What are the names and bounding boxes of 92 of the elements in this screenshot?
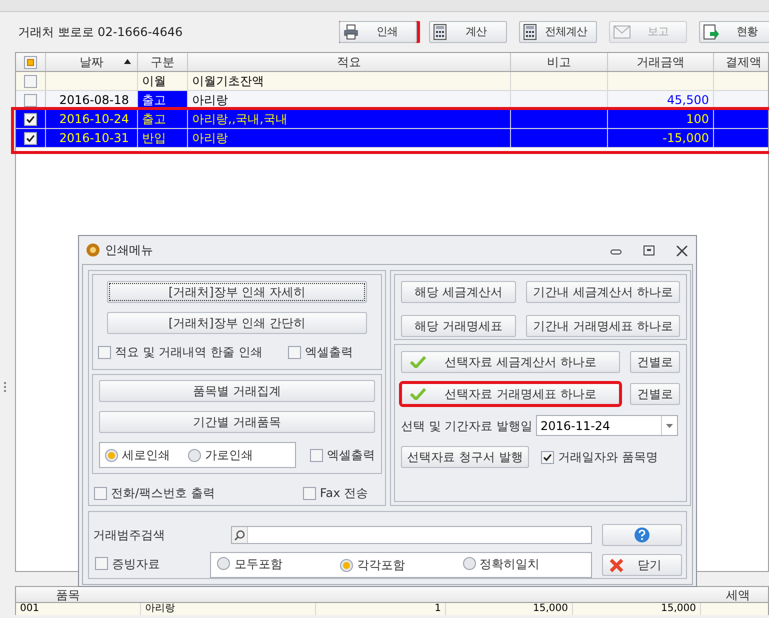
app-logo-icon xyxy=(86,243,100,257)
row-checkbox[interactable] xyxy=(24,112,37,126)
radio-button[interactable] xyxy=(217,557,230,570)
print-button[interactable]: 기간별 거래품목 xyxy=(99,411,375,433)
checkbox[interactable] xyxy=(98,346,111,358)
table-cell: 이월 xyxy=(138,72,188,90)
table-cell: 이월기초잔액 xyxy=(188,72,511,90)
option-label: 거래일자와 품목명 xyxy=(558,449,658,466)
print-button[interactable]: 품목별 거래집계 xyxy=(99,380,375,402)
column-header[interactable]: 결제액 xyxy=(714,53,768,71)
column-header[interactable]: 거래금액 xyxy=(608,53,714,71)
print-button[interactable]: 해당 거래명세표 xyxy=(401,315,516,337)
row-checkbox[interactable] xyxy=(24,132,37,144)
table-cell: 2016-10-31 xyxy=(46,129,138,147)
print-button[interactable]: 선택자료 세금계산서 하나로 xyxy=(401,351,620,373)
radio-button[interactable] xyxy=(188,448,201,462)
calculator-icon xyxy=(523,24,537,40)
column-header[interactable]: 세액 xyxy=(708,587,768,602)
print-button[interactable]: 선택자료 청구서 발행 xyxy=(401,446,529,468)
toolbar-button[interactable]: 현황 xyxy=(699,21,769,43)
option-label: 세로인쇄 xyxy=(122,447,170,464)
close-icon xyxy=(609,558,624,572)
help-icon xyxy=(634,527,650,543)
option-label: 각각포함 xyxy=(357,557,406,574)
option-label: Fax 전송 xyxy=(320,485,368,502)
close-button[interactable]: 닫기 xyxy=(602,554,682,576)
dialog-title: 인쇄메뉴 xyxy=(105,242,154,259)
table-cell: 아리랑 xyxy=(188,91,511,109)
option-label: 엑셀출력 xyxy=(327,447,375,464)
checkbox[interactable] xyxy=(95,557,108,570)
print-button[interactable]: [거래처]장부 인쇄 자세히 xyxy=(107,281,367,303)
date-dropdown[interactable]: 2016-11-24 xyxy=(536,415,678,436)
option-label: 정확히일치 xyxy=(480,556,540,573)
column-header[interactable]: 적요 xyxy=(188,53,511,71)
envelope-icon xyxy=(613,25,631,39)
print-button[interactable]: 건별로 xyxy=(630,383,680,405)
print-button[interactable]: 건별로 xyxy=(630,351,680,373)
table-cell: 1 xyxy=(316,603,446,615)
option-label: 증빙자료 xyxy=(112,556,160,573)
column-header[interactable]: 구분 xyxy=(138,53,188,71)
table-cell: 출고 xyxy=(138,110,188,128)
toolbar-button[interactable]: 계산 xyxy=(429,21,507,43)
checkbox[interactable] xyxy=(302,486,316,500)
row-checkbox[interactable] xyxy=(24,74,37,88)
search-icon xyxy=(232,527,248,543)
print-button[interactable]: 선택자료 거래명세표 하나로 xyxy=(401,383,620,405)
table-cell: 아리랑 xyxy=(141,603,316,615)
table-cell: 아리랑 xyxy=(188,129,511,147)
print-button[interactable]: [거래처]장부 인쇄 간단히 xyxy=(107,312,367,334)
option-label: 적요 및 거래내역 한줄 인쇄 xyxy=(115,344,262,361)
checkbox[interactable] xyxy=(94,486,107,500)
calculator-icon xyxy=(433,24,447,40)
column-header[interactable]: 날짜 xyxy=(46,53,138,71)
field-label: 선택 및 기간자료 발행일 xyxy=(401,418,532,434)
printer-icon xyxy=(343,24,359,40)
table-cell: 15,000 xyxy=(446,603,573,615)
help-button[interactable] xyxy=(602,524,682,546)
company-label: 거래처 뽀로로 02-1666-4646 xyxy=(18,24,184,41)
print-button[interactable]: 기간내 세금계산서 하나로 xyxy=(526,281,680,303)
table-cell: 100 xyxy=(608,110,714,128)
table-cell: 45,500 xyxy=(608,91,714,109)
select-all-checkbox[interactable] xyxy=(24,56,37,68)
table-cell: 15,000 xyxy=(573,603,701,615)
option-label: 가로인쇄 xyxy=(205,447,253,464)
print-button[interactable]: 기간내 거래명세표 하나로 xyxy=(526,315,680,337)
radio-button[interactable] xyxy=(340,558,354,572)
table-cell: -15,000 xyxy=(608,129,714,147)
table-cell: 2016-10-24 xyxy=(46,110,138,128)
maximize-icon[interactable] xyxy=(642,244,656,256)
option-label: 엑셀출력 xyxy=(305,344,353,361)
close-icon[interactable] xyxy=(675,244,689,256)
checkmark-icon xyxy=(410,356,426,368)
radio-button[interactable] xyxy=(105,448,118,462)
column-header[interactable]: 품목 xyxy=(16,587,79,602)
field-label: 거래범주검색 xyxy=(93,527,166,544)
option-label: 모두포함 xyxy=(234,556,282,573)
radio-button[interactable] xyxy=(462,557,476,570)
column-header[interactable]: 비고 xyxy=(511,53,608,71)
table-cell: 아리랑,,국내,국내 xyxy=(188,110,511,128)
checkmark-icon xyxy=(410,388,426,400)
checkbox[interactable] xyxy=(288,346,301,358)
option-label: 전화/팩스번호 출력 xyxy=(111,485,215,502)
toolbar-button[interactable]: 인쇄 xyxy=(339,21,417,43)
checkbox[interactable] xyxy=(310,448,323,462)
table-cell: 001 xyxy=(16,603,141,615)
row-checkbox[interactable] xyxy=(24,94,37,106)
table-cell: 반입 xyxy=(138,129,188,147)
document-arrow-icon xyxy=(703,24,719,40)
checkbox[interactable] xyxy=(541,450,554,464)
search-field[interactable] xyxy=(230,526,592,544)
print-button[interactable]: 해당 세금계산서 xyxy=(401,281,516,303)
toolbar-button[interactable]: 전체계산 xyxy=(519,21,597,43)
